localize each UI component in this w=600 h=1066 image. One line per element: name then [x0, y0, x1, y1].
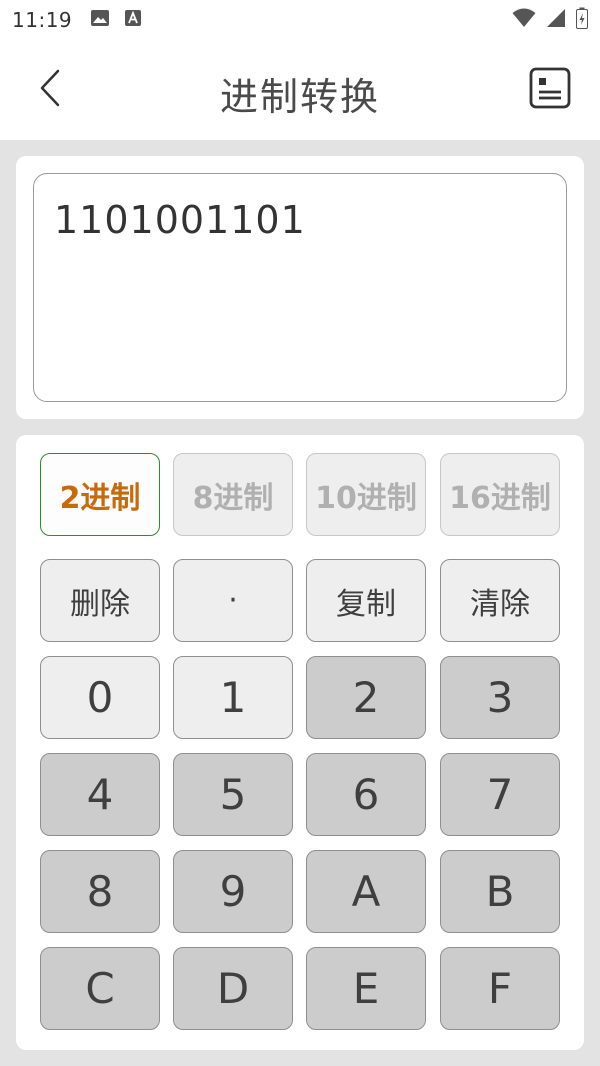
digit-4-button[interactable]: 4 [40, 753, 160, 836]
image-icon [90, 9, 110, 31]
digit-6-button[interactable]: 6 [306, 753, 426, 836]
display-value: 1101001101 [54, 198, 306, 242]
history-button[interactable] [526, 66, 574, 114]
digit-d-button[interactable]: D [173, 947, 293, 1030]
delete-button[interactable]: 删除 [40, 559, 160, 642]
history-list-icon [528, 66, 572, 114]
digit-7-button[interactable]: 7 [440, 753, 560, 836]
digit-c-button[interactable]: C [40, 947, 160, 1030]
status-left-icons [90, 9, 142, 31]
base-8-button[interactable]: 8进制 [173, 453, 293, 536]
digit-a-button[interactable]: A [306, 850, 426, 933]
digit-0-button[interactable]: 0 [40, 656, 160, 739]
copy-button[interactable]: 复制 [306, 559, 426, 642]
cellular-signal-icon [546, 8, 566, 32]
text-a-icon [124, 9, 142, 31]
app-bar: 进制转换 [0, 40, 600, 140]
digit-e-button[interactable]: E [306, 947, 426, 1030]
page-title: 进制转换 [219, 75, 380, 119]
digit-5-button[interactable]: 5 [173, 753, 293, 836]
digit-8-button[interactable]: 8 [40, 850, 160, 933]
dot-button[interactable]: · [173, 559, 293, 642]
digit-3-button[interactable]: 3 [440, 656, 560, 739]
status-right-icons [512, 7, 588, 33]
clear-button[interactable]: 清除 [440, 559, 560, 642]
base-10-button[interactable]: 10进制 [306, 453, 426, 536]
wifi-icon [512, 8, 536, 32]
digit-2-button[interactable]: 2 [306, 656, 426, 739]
base-16-button[interactable]: 16进制 [440, 453, 560, 536]
display-card: 1101001101 [16, 156, 584, 419]
battery-icon [576, 7, 588, 33]
digit-9-button[interactable]: 9 [173, 850, 293, 933]
digit-f-button[interactable]: F [440, 947, 560, 1030]
digit-b-button[interactable]: B [440, 850, 560, 933]
status-bar: 11:19 [0, 0, 600, 40]
status-time: 11:19 [12, 8, 73, 32]
number-display[interactable]: 1101001101 [33, 173, 567, 402]
base-2-button[interactable]: 2进制 [40, 453, 160, 536]
keypad-card: 2进制 8进制 10进制 16进制 删除 · 复制 清除 0 1 2 3 4 5… [16, 435, 584, 1050]
digit-1-button[interactable]: 1 [173, 656, 293, 739]
